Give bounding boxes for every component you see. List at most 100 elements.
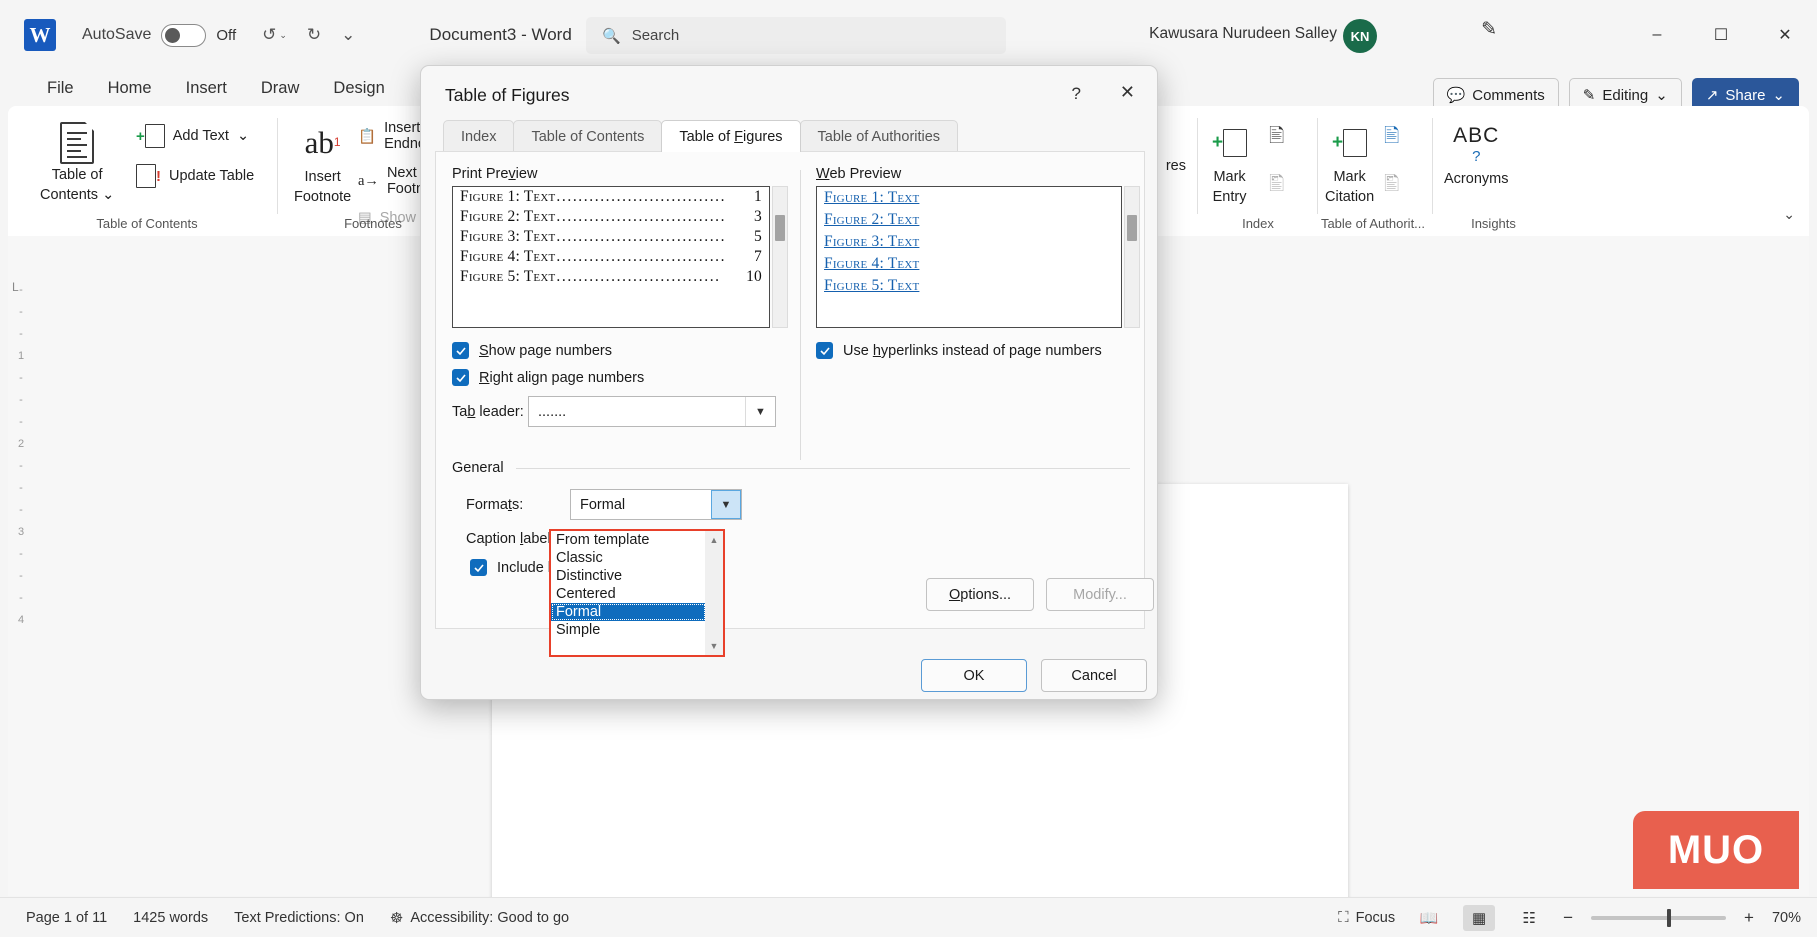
redo-icon[interactable]: ↻ bbox=[307, 25, 321, 45]
ribbon-tab-file[interactable]: File bbox=[30, 71, 91, 105]
search-placeholder: Search bbox=[631, 27, 680, 44]
insert-table-of-authorities-icon[interactable]: 🖹 bbox=[1384, 122, 1399, 154]
update-index-icon[interactable]: 🖺 bbox=[1269, 170, 1284, 202]
use-hyperlinks-checkbox[interactable]: Use hyperlinks instead of page numbers bbox=[816, 342, 1102, 359]
update-table-icon[interactable]: 🖺 bbox=[1384, 170, 1399, 202]
formats-select[interactable]: Formal ▼ bbox=[570, 489, 742, 520]
print-preview-line: Figure 3: Text .........................… bbox=[453, 227, 769, 247]
web-preview-link[interactable]: Figure 1: Text bbox=[817, 187, 926, 209]
dropdown-option-classic[interactable]: Classic bbox=[551, 549, 706, 567]
tab-table-of-contents[interactable]: Table of Contents bbox=[513, 120, 663, 152]
insert-footnote-button[interactable]: ab 1 Insert Footnote bbox=[294, 120, 351, 205]
preview-dots: ............................... bbox=[556, 188, 727, 205]
chevron-down-icon[interactable]: ▼ bbox=[711, 490, 741, 519]
ok-button[interactable]: OK bbox=[921, 659, 1027, 692]
cancel-button[interactable]: Cancel bbox=[1041, 659, 1147, 692]
dropdown-option-simple[interactable]: Simple bbox=[551, 621, 706, 639]
web-preview-scrollbar[interactable] bbox=[1124, 186, 1140, 328]
options-button[interactable]: Options... bbox=[926, 578, 1034, 611]
acronyms-button[interactable]: ABC ? Acronyms bbox=[1444, 122, 1508, 188]
close-icon[interactable]: ✕ bbox=[1120, 82, 1135, 103]
chevron-down-icon: ⌄ bbox=[1655, 87, 1668, 104]
ribbon-tab-draw[interactable]: Draw bbox=[244, 71, 317, 105]
chevron-down-icon: ⌄ bbox=[102, 186, 115, 203]
formats-dropdown-list[interactable]: From template Classic Distinctive Center… bbox=[549, 529, 725, 657]
accessibility-status[interactable]: ☸ Accessibility: Good to go bbox=[390, 909, 569, 927]
focus-button[interactable]: ⛶ Focus bbox=[1338, 909, 1395, 926]
dropdown-option-distinctive[interactable]: Distinctive bbox=[551, 567, 706, 585]
checkbox-checked-icon bbox=[470, 559, 487, 576]
scroll-up-arrow-icon[interactable]: ▲ bbox=[705, 531, 723, 549]
show-page-numbers-checkbox[interactable]: Show page numbers bbox=[452, 342, 612, 359]
pen-icon[interactable]: ✎ bbox=[1481, 18, 1497, 41]
maximize-button[interactable]: ☐ bbox=[1689, 0, 1753, 70]
dropdown-option-formal[interactable]: Formal bbox=[551, 603, 706, 621]
group-title-insights: Insights bbox=[1471, 216, 1516, 231]
dropdown-option-from-template[interactable]: From template bbox=[551, 531, 706, 549]
preview-dots: ............................... bbox=[556, 228, 727, 245]
autosave-control[interactable]: AutoSave Off bbox=[82, 23, 236, 47]
muo-watermark: MUO bbox=[1633, 811, 1799, 889]
ribbon-tab-home[interactable]: Home bbox=[91, 71, 169, 105]
zoom-level[interactable]: 70% bbox=[1772, 910, 1801, 926]
web-preview-box[interactable]: Figure 1: Text Figure 2: Text Figure 3: … bbox=[816, 186, 1122, 328]
mark-citation-button[interactable]: + Mark Citation bbox=[1325, 120, 1374, 205]
zoom-out-button[interactable]: − bbox=[1563, 908, 1573, 928]
print-preview-scrollbar[interactable] bbox=[772, 186, 788, 328]
zoom-in-button[interactable]: + bbox=[1744, 908, 1754, 928]
text-predictions-status[interactable]: Text Predictions: On bbox=[234, 910, 364, 926]
use-hyperlinks-label: Use hyperlinks instead of page numbers bbox=[843, 342, 1102, 359]
dialog-title: Table of Figures bbox=[445, 85, 570, 105]
help-icon[interactable]: ? bbox=[1072, 84, 1081, 104]
dropdown-scrollbar[interactable]: ▲ ▼ bbox=[705, 531, 723, 655]
page-indicator[interactable]: Page 1 of 11 bbox=[26, 910, 107, 926]
panel-divider bbox=[800, 170, 801, 460]
tab-index[interactable]: Index bbox=[443, 120, 515, 152]
chevron-down-icon[interactable]: ⌄ bbox=[1783, 206, 1795, 223]
web-preview-link[interactable]: Figure 2: Text bbox=[817, 209, 926, 231]
close-button[interactable]: ✕ bbox=[1753, 0, 1817, 70]
title-bar: W AutoSave Off ↺ ⌄ ↻ ⌄ Document3 - Word 🔍… bbox=[0, 0, 1817, 70]
web-preview-link[interactable]: Figure 5: Text bbox=[817, 275, 926, 297]
add-text-button[interactable]: + Add Text ⌄ bbox=[136, 124, 254, 148]
document-title: Document3 - Word bbox=[429, 25, 572, 44]
search-icon: 🔍 bbox=[602, 27, 621, 45]
preview-dots: ............................... bbox=[556, 208, 727, 225]
tab-table-of-authorities[interactable]: Table of Authorities bbox=[799, 120, 959, 152]
chevron-down-icon[interactable]: ▼ bbox=[745, 397, 775, 426]
update-table-icon: ! bbox=[136, 164, 161, 188]
tab-leader-select[interactable]: ....... ▼ bbox=[528, 396, 776, 427]
tab-table-of-figures[interactable]: Table of Figures bbox=[661, 120, 801, 152]
minimize-button[interactable]: – bbox=[1625, 0, 1689, 70]
scroll-down-arrow-icon[interactable]: ▼ bbox=[705, 637, 723, 655]
dropdown-option-centered[interactable]: Centered bbox=[551, 585, 706, 603]
right-align-page-numbers-checkbox[interactable]: Right align page numbers bbox=[452, 369, 644, 386]
web-layout-icon[interactable]: ☷ bbox=[1513, 905, 1545, 931]
search-input[interactable]: 🔍 Search bbox=[586, 17, 1006, 54]
print-preview-box[interactable]: Figure 1: Text .........................… bbox=[452, 186, 770, 328]
mark-entry-button[interactable]: + Mark Entry bbox=[1212, 120, 1248, 205]
avatar[interactable]: KN bbox=[1343, 19, 1377, 53]
update-table-button[interactable]: ! Update Table bbox=[136, 164, 254, 188]
ribbon-tab-design[interactable]: Design bbox=[316, 71, 401, 105]
web-preview-link[interactable]: Figure 3: Text bbox=[817, 231, 926, 253]
customize-quick-access-icon[interactable]: ⌄ bbox=[341, 25, 355, 45]
comment-icon: 💬 bbox=[1446, 87, 1466, 104]
word-count[interactable]: 1425 words bbox=[133, 910, 208, 926]
accessibility-icon: ☸ bbox=[389, 909, 404, 927]
checkbox-checked-icon bbox=[452, 369, 469, 386]
undo-icon[interactable]: ↺ ⌄ bbox=[262, 25, 287, 45]
read-mode-icon[interactable]: 📖 bbox=[1413, 905, 1445, 931]
preview-dots: ............................... bbox=[556, 248, 727, 265]
zoom-slider[interactable] bbox=[1591, 908, 1727, 927]
autosave-toggle[interactable] bbox=[161, 23, 207, 47]
toc-label-2: Contents bbox=[40, 186, 99, 203]
print-layout-icon[interactable]: ▦ bbox=[1463, 904, 1496, 931]
table-of-contents-button[interactable]: Table of Contents ⌄ bbox=[40, 118, 114, 203]
preview-page: 1 bbox=[754, 188, 762, 205]
web-preview-link[interactable]: Figure 4: Text bbox=[817, 253, 926, 275]
group-title-table-of-contents: Table of Contents bbox=[96, 216, 198, 231]
update-table-label: Update Table bbox=[169, 168, 255, 184]
insert-index-icon[interactable]: 🖹 bbox=[1269, 122, 1284, 154]
ribbon-tab-insert[interactable]: Insert bbox=[169, 71, 244, 105]
